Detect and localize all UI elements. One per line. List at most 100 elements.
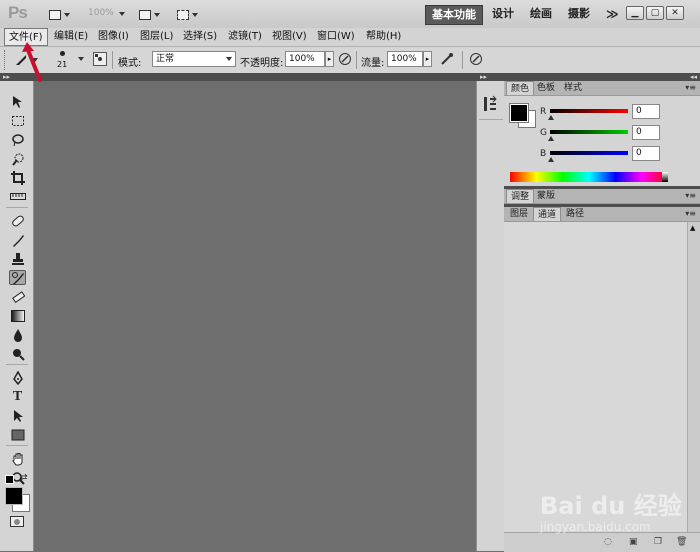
foreground-color-swatch[interactable] (509, 103, 529, 123)
menu-help[interactable]: 帮助(H) (362, 28, 405, 46)
channel-r-label: R (540, 107, 547, 117)
eraser-tool[interactable] (9, 289, 26, 304)
rectangle-icon (11, 429, 24, 440)
trash-icon[interactable]: 🗑 (676, 537, 687, 547)
application-bar: Ps 100% 基本功能 设计 绘画 摄影 ≫ ▁ ▢ ✕ (0, 0, 700, 29)
more-workspaces-button[interactable]: ≫ (600, 5, 625, 23)
tab-adjustments[interactable]: 调整 (506, 189, 535, 203)
menu-edit[interactable]: 编辑(E) (50, 28, 92, 46)
arrange-documents-button[interactable] (138, 5, 161, 24)
channel-g-input[interactable]: 0 (632, 125, 660, 140)
gradient-tool[interactable] (9, 308, 26, 323)
tab-color[interactable]: 颜色 (506, 81, 535, 95)
crop-tool[interactable] (9, 170, 26, 185)
slider-thumb-icon[interactable] (548, 136, 554, 141)
black-white-ramp[interactable] (662, 172, 668, 182)
default-colors-icon[interactable] (5, 475, 14, 484)
dodge-tool[interactable] (9, 346, 26, 361)
expand-tools-icon[interactable]: ▸▸ (3, 73, 10, 81)
load-selection-icon[interactable]: ◌ (604, 537, 612, 547)
hand-tool[interactable] (9, 451, 26, 466)
path-selection-tool[interactable] (9, 408, 26, 423)
tab-swatches[interactable]: 色板 (533, 81, 559, 95)
flow-slider-toggle[interactable]: ▸ (423, 51, 432, 67)
channel-g-slider[interactable] (550, 130, 628, 134)
scroll-up-icon[interactable]: ▲ (690, 224, 695, 232)
maximize-button[interactable]: ▢ (646, 6, 664, 20)
lasso-tool[interactable] (9, 132, 26, 147)
brush-icon (12, 234, 24, 247)
healing-brush-tool[interactable] (9, 213, 26, 228)
new-channel-icon[interactable]: ❐ (654, 537, 662, 547)
history-panel-button[interactable] (483, 95, 499, 113)
blur-tool[interactable] (9, 327, 26, 342)
color-spectrum-bar[interactable] (510, 172, 668, 182)
watermark-logo: Bai du 经验 (540, 492, 682, 520)
tablet-size-button[interactable] (469, 52, 483, 69)
mode-value: 正常 (156, 54, 175, 64)
move-tool[interactable] (9, 94, 26, 109)
tablet-opacity-button[interactable] (338, 52, 352, 69)
swap-colors-icon[interactable]: ⇄ (20, 473, 28, 483)
pen-tool[interactable] (9, 370, 26, 385)
menu-filter[interactable]: 滤镜(T) (224, 28, 266, 46)
history-brush-tool[interactable] (9, 270, 26, 285)
color-panel-body: R 0 G 0 B 0 (504, 96, 700, 189)
quick-mask-button[interactable] (10, 516, 24, 527)
channels-scrollbar[interactable]: ▲ (687, 222, 700, 532)
eyedropper-tool[interactable] (9, 189, 26, 204)
menu-view[interactable]: 视图(V) (268, 28, 311, 46)
quick-selection-tool[interactable] (9, 151, 26, 166)
expand-dock-icon[interactable]: ▸▸ (480, 73, 487, 81)
close-icon: ✕ (671, 8, 679, 18)
workspace-photography[interactable]: 摄影 (562, 5, 596, 23)
close-button[interactable]: ✕ (666, 6, 684, 20)
flow-input[interactable]: 100% (387, 51, 423, 67)
tab-paths[interactable]: 路径 (562, 207, 588, 221)
document-canvas-area[interactable] (34, 81, 475, 551)
workspace-painting[interactable]: 绘画 (524, 5, 558, 23)
workspace-basic[interactable]: 基本功能 (425, 5, 483, 25)
minimize-button[interactable]: ▁ (626, 6, 644, 20)
panel-menu-icon[interactable]: ▾≡ (685, 191, 696, 200)
channel-r-input[interactable]: 0 (632, 104, 660, 119)
chevron-down-icon (192, 12, 198, 17)
marquee-tool[interactable] (9, 113, 26, 128)
brush-preset-picker[interactable]: 21 (52, 49, 88, 71)
screen-mode-button[interactable] (176, 5, 199, 24)
opacity-slider-toggle[interactable]: ▸ (325, 51, 334, 67)
type-tool[interactable]: T (9, 389, 26, 404)
workspace-design[interactable]: 设计 (486, 5, 520, 23)
save-selection-icon[interactable]: ▣ (629, 537, 638, 547)
menu-select[interactable]: 选择(S) (179, 28, 221, 46)
menu-window[interactable]: 窗口(W) (313, 28, 359, 46)
brush-tool[interactable] (9, 232, 26, 247)
tab-channels[interactable]: 通道 (533, 207, 562, 221)
channel-r-slider[interactable] (550, 109, 628, 113)
marquee-icon (11, 115, 24, 126)
mode-select[interactable]: 正常 (152, 51, 236, 67)
slider-thumb-icon[interactable] (548, 157, 554, 162)
rectangle-tool[interactable] (9, 427, 26, 442)
slider-thumb-icon[interactable] (548, 115, 554, 120)
panel-menu-icon[interactable]: ▾≡ (685, 209, 696, 218)
channel-b-slider[interactable] (550, 151, 628, 155)
tools-separator (6, 207, 28, 208)
collapse-panels-icon[interactable]: ◂◂ (690, 73, 697, 81)
channel-b-input[interactable]: 0 (632, 146, 660, 161)
options-grip[interactable] (4, 50, 7, 70)
brush-panel-toggle[interactable] (93, 52, 107, 66)
foreground-color-swatch[interactable] (5, 487, 23, 505)
tab-masks[interactable]: 蒙版 (533, 189, 559, 203)
launch-bridge-button[interactable] (48, 5, 71, 24)
opacity-input[interactable]: 100% (285, 51, 325, 67)
menu-layer[interactable]: 图层(L) (136, 28, 177, 46)
tab-styles[interactable]: 样式 (560, 81, 586, 95)
panel-menu-icon[interactable]: ▾≡ (685, 83, 696, 92)
clone-stamp-tool[interactable] (9, 251, 26, 266)
airbrush-button[interactable] (440, 52, 454, 69)
menu-image[interactable]: 图像(I) (94, 28, 133, 46)
zoom-level[interactable]: 100% (88, 8, 114, 18)
tab-layers[interactable]: 图层 (506, 207, 532, 221)
options-bar: 21 模式: 正常 不透明度: 100% ▸ 流量: 100% ▸ (0, 47, 700, 74)
